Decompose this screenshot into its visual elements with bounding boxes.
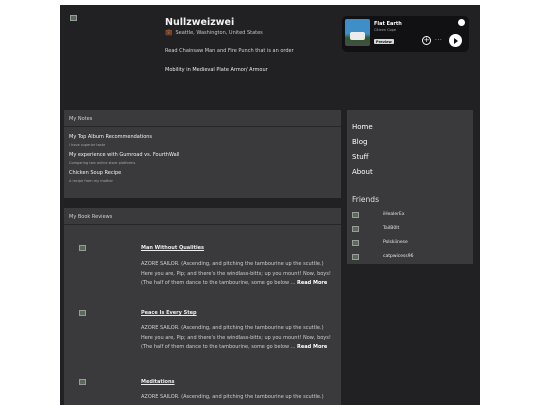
nav-home[interactable]: Home [352,123,373,131]
more-options-button[interactable]: ··· [435,37,442,44]
review-excerpt: AZORE SAILOR. (Ascending, and pitching t… [141,324,331,353]
note-title[interactable]: Chicken Soup Recipe [69,170,121,176]
friend-name[interactable]: Polskiinese [383,240,408,245]
nav-stuff[interactable]: Stuff [352,153,368,161]
friend-name[interactable]: catpwicess96 [383,254,413,259]
friend-name[interactable]: iHealerEx [383,212,405,217]
location-text: Seattle, Washington, United States [175,29,263,36]
note-subtitle: I have superior taste [69,143,106,147]
profile-avatar [70,15,77,21]
review-title[interactable]: Meditations [141,379,175,385]
note-subtitle: A recipe from my mother [69,179,113,183]
profile-name: Nullzweizwei [165,17,235,28]
book-cover-image [79,245,86,251]
sidebar: Home Blog Stuff About Friends iHealerEx … [347,110,473,264]
read-more-link[interactable]: Read More [297,344,327,350]
profile-page: Nullzweizwei 💼 Seattle, Washington, Unit… [60,5,480,405]
track-artist[interactable]: Citizen Cope [374,28,396,32]
friend-avatar[interactable] [352,226,359,232]
briefcase-icon: 💼 [165,29,173,36]
nav-about[interactable]: About [352,168,373,176]
book-cover-image [79,379,86,385]
friends-heading: Friends [352,195,379,204]
preview-badge: Preview [374,39,394,44]
notes-heading: My Notes [64,110,341,127]
note-subtitle: Comparing two online store platforms [69,161,136,165]
book-reviews-panel: My Book Reviews Man Without Qualities AZ… [64,208,341,405]
book-cover-image [79,310,86,316]
notes-panel: My Notes My Top Album Recommendations I … [64,110,341,198]
review-text: AZORE SAILOR. (Ascending, and pitching t… [141,394,324,400]
bio-line-2: Mobility in Medieval Plate Armor/ Armour [165,67,268,73]
note-title[interactable]: My Top Album Recommendations [69,134,152,140]
add-to-library-button[interactable]: + [422,36,431,45]
bio-line-1: Read Chainsaw Man and Fire Punch that is… [165,48,294,54]
track-title[interactable]: Flat Earth [374,21,402,27]
profile-location: 💼 Seattle, Washington, United States [165,29,263,36]
spotify-player: Flat Earth Citizen Cope Preview + ··· [342,16,469,52]
review-title[interactable]: Peace Is Every Step [141,310,197,316]
friend-avatar[interactable] [352,212,359,218]
nav-blog[interactable]: Blog [352,138,367,146]
read-more-link[interactable]: Read More [297,280,327,286]
album-art [345,19,370,46]
review-excerpt: AZORE SAILOR. (Ascending, and pitching t… [141,260,331,289]
friend-name[interactable]: TailB0lt [383,226,399,231]
spotify-logo-icon[interactable] [458,19,465,26]
review-title[interactable]: Man Without Qualities [141,245,204,251]
note-title[interactable]: My experience with Gumroad vs. FourthWal… [69,152,179,158]
friend-avatar[interactable] [352,254,359,260]
play-button[interactable] [449,34,462,47]
reviews-heading: My Book Reviews [64,208,341,225]
review-excerpt: AZORE SAILOR. (Ascending, and pitching t… [141,393,331,403]
friend-avatar[interactable] [352,240,359,246]
